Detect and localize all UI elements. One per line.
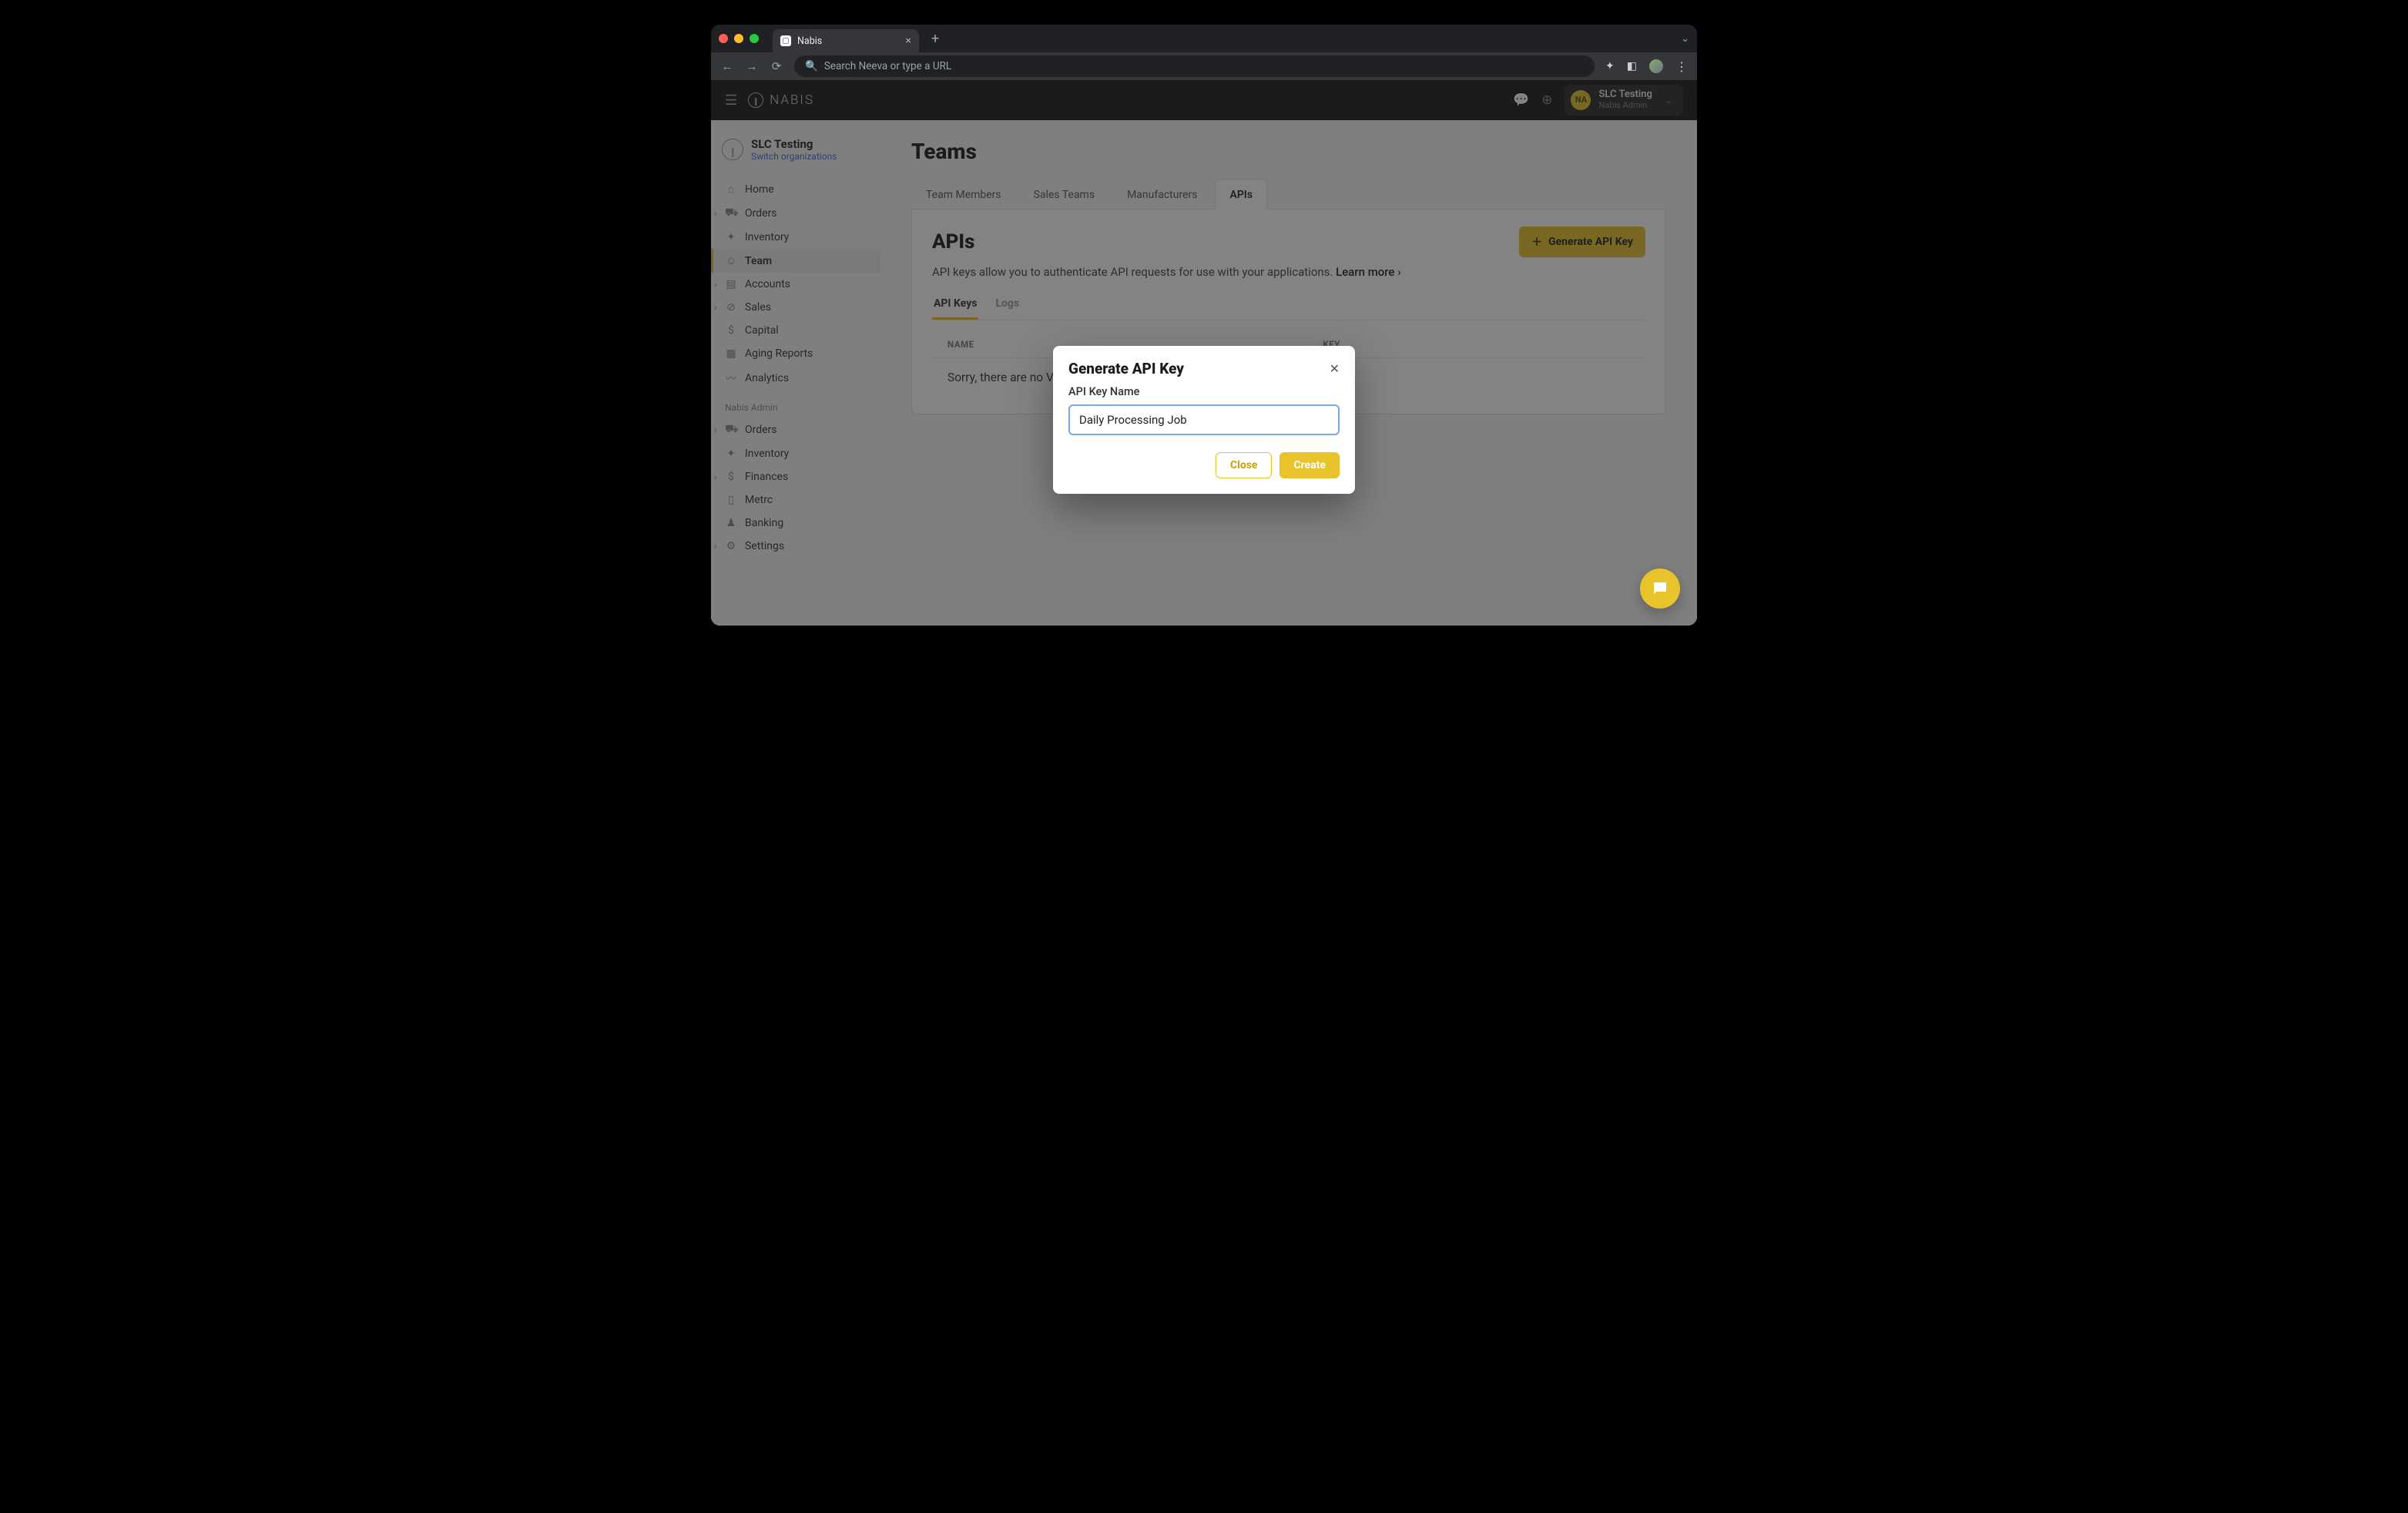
address-bar[interactable]: 🔍 Search Neeva or type a URL	[794, 55, 1595, 77]
tab-close-icon[interactable]: ×	[906, 35, 911, 46]
window-controls	[719, 34, 759, 43]
maximize-window-button[interactable]	[750, 34, 759, 43]
browser-menu-icon[interactable]: ⋮	[1675, 59, 1688, 74]
profile-avatar-icon[interactable]	[1649, 59, 1663, 73]
app-root: ☰ NABIS 💬 ⊕ NA SLC Testing Nabis Admin ⌄	[711, 80, 1697, 626]
chat-bubble-icon	[1651, 579, 1669, 598]
window: Nabis × + ⌄ ← → ⟳ 🔍 Search Neeva or type…	[711, 25, 1697, 626]
extensions-icon[interactable]: ✦	[1605, 60, 1615, 72]
tab-favicon-icon	[780, 35, 791, 46]
browser-tab[interactable]: Nabis ×	[773, 29, 919, 52]
intercom-launcher[interactable]	[1640, 569, 1680, 609]
search-icon: 🔍	[805, 60, 818, 72]
reload-button[interactable]: ⟳	[770, 59, 783, 73]
generate-api-key-modal: Generate API Key ✕ API Key Name Close Cr…	[1053, 346, 1355, 494]
tabs-dropdown-icon[interactable]: ⌄	[1681, 33, 1689, 45]
back-button[interactable]: ←	[720, 59, 734, 73]
api-key-name-input[interactable]	[1068, 404, 1340, 435]
minimize-window-button[interactable]	[734, 34, 743, 43]
new-tab-button[interactable]: +	[925, 31, 945, 47]
close-window-button[interactable]	[719, 34, 728, 43]
forward-button[interactable]: →	[745, 59, 759, 73]
tab-title: Nabis	[797, 35, 822, 47]
sidepanel-icon[interactable]: ◧	[1627, 60, 1637, 72]
modal-close-button[interactable]: ✕	[1330, 361, 1340, 376]
address-placeholder: Search Neeva or type a URL	[824, 60, 951, 72]
browser-tab-strip: Nabis × + ⌄	[711, 25, 1697, 52]
modal-create-action[interactable]: Create	[1279, 452, 1340, 478]
api-key-name-label: API Key Name	[1068, 385, 1340, 398]
modal-close-action[interactable]: Close	[1216, 452, 1273, 478]
modal-title: Generate API Key	[1068, 360, 1184, 377]
browser-toolbar: ← → ⟳ 🔍 Search Neeva or type a URL ✦ ◧ ⋮	[711, 52, 1697, 80]
